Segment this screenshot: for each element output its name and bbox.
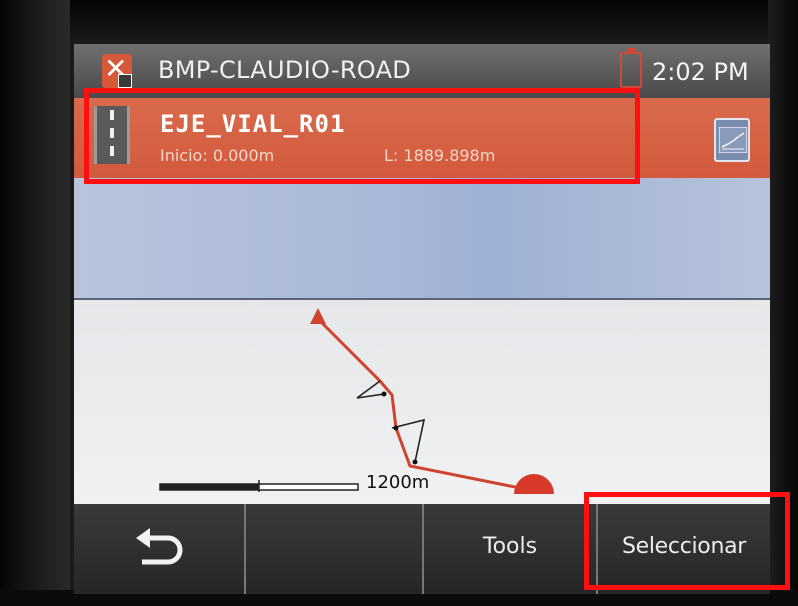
profile-chart-icon[interactable]: [714, 118, 750, 162]
tools-button[interactable]: Tools: [424, 504, 598, 594]
scale-label: 1200m: [366, 472, 430, 493]
alignment-line: [317, 318, 531, 492]
battery-icon: [620, 48, 642, 88]
device-bezel-left: [0, 0, 70, 606]
back-button[interactable]: [74, 504, 246, 594]
clock: 2:02 PM: [652, 58, 749, 86]
ip-point-1: [381, 391, 387, 397]
device-bezel-right: [768, 0, 798, 606]
job-title: BMP-CLAUDIO-ROAD: [158, 56, 412, 84]
back-arrow-icon: [136, 528, 183, 565]
road-start-station: Inicio: 0.000m: [160, 146, 275, 165]
road-selection-bar[interactable]: EJE_VIAL_R01 Inicio: 0.000m L: 1889.898m: [74, 98, 770, 178]
device-screen: ✕ BMP-CLAUDIO-ROAD 2:02 PM EJE_VIAL_R01 …: [74, 44, 770, 594]
ip-point-3: [412, 459, 418, 465]
current-position-marker: [514, 474, 554, 494]
select-button[interactable]: Seleccionar: [598, 504, 770, 594]
start-marker: [310, 308, 326, 324]
softkey-bar: Tools Seleccionar: [74, 504, 770, 594]
road-length: L: 1889.898m: [384, 146, 496, 165]
device-bezel-top: [0, 0, 798, 40]
scale-bar: [159, 480, 359, 492]
select-button-label: Seleccionar: [621, 534, 747, 559]
road-name: EJE_VIAL_R01: [160, 110, 346, 138]
title-bar: ✕ BMP-CLAUDIO-ROAD 2:02 PM: [74, 44, 770, 98]
road-icon: [94, 106, 130, 164]
ip-point-2: [393, 425, 399, 431]
info-band: [74, 178, 770, 300]
softkey-empty[interactable]: [246, 504, 424, 594]
curve-triangle-1: [356, 380, 385, 399]
tools-button-label: Tools: [482, 534, 538, 559]
app-x-icon[interactable]: ✕: [102, 52, 132, 88]
plan-view-map[interactable]: 1200m: [74, 300, 770, 504]
